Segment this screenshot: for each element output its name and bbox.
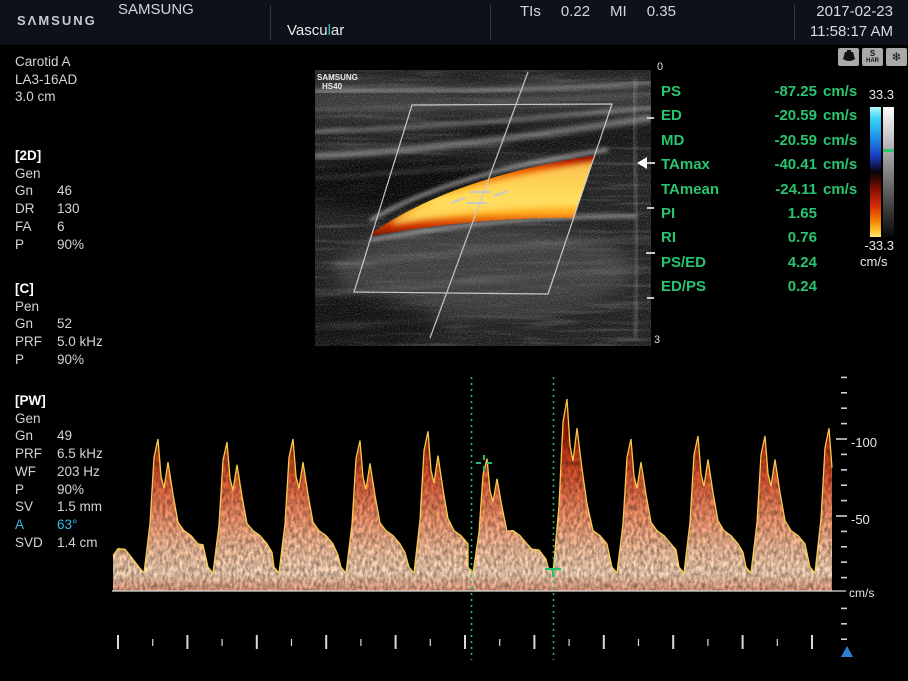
sweep-marker-icon[interactable] [841, 646, 853, 657]
velocity-unit-label: cm/s [849, 586, 874, 600]
velocity-tick-label: -50 [851, 512, 870, 527]
pw-waveform [113, 375, 832, 593]
spectral-texture [113, 375, 832, 593]
spectral-doppler-display: -100 -50 cm/s [0, 0, 908, 681]
ultrasound-screen: SΛMSUNG SAMSUNG Vascular TIs 0.22 MI 0.3… [0, 0, 908, 681]
velocity-tick-label: -100 [851, 435, 877, 450]
measurement-calipers [472, 377, 854, 660]
